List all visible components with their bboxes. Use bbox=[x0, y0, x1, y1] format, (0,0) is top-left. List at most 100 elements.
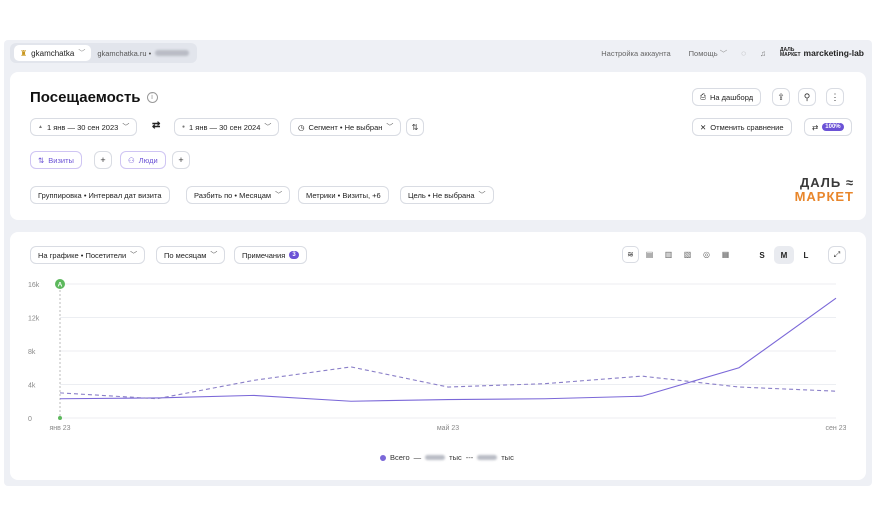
on-chart-select[interactable]: На графике • Посетители ﹀ bbox=[30, 246, 146, 264]
period2-marker: ● bbox=[182, 124, 186, 130]
y-tick-label: 4k bbox=[28, 383, 36, 390]
segment-select[interactable]: ◷ Сегмент • Не выбран ﹀ bbox=[290, 118, 402, 136]
export-icon[interactable]: ⇪ bbox=[772, 88, 790, 106]
chevron-down-icon: ﹀ bbox=[386, 124, 394, 131]
cancel-compare-button[interactable]: ✕ Отменить сравнение bbox=[692, 118, 792, 136]
add-button[interactable]: + bbox=[172, 151, 190, 169]
x-tick-label: сен 23 bbox=[826, 425, 847, 432]
chart-legend: Всего — тыс --- тыс bbox=[380, 453, 514, 462]
chart-type-group: ≋ ▤ ▥ ▧ ◎ ▦ bbox=[622, 246, 734, 263]
more-icon[interactable]: ⋮ bbox=[826, 88, 844, 106]
chevron-down-icon: ﹀ bbox=[130, 252, 138, 259]
line-chart-icon[interactable]: ≋ bbox=[622, 246, 639, 263]
dal-market-logo: ДАЛЬ ≈ МАРКЕТ bbox=[795, 176, 854, 204]
chart-panel: На графике • Посетители ﹀ По месяцам ﹀ П… bbox=[10, 232, 866, 480]
sampling-icon: ⇄ bbox=[812, 122, 819, 132]
chevron-down-icon: ﹀ bbox=[78, 50, 86, 57]
help-menu[interactable]: Помощь ﹀ bbox=[689, 48, 728, 59]
notes-button[interactable]: Примечания 3 bbox=[234, 246, 307, 264]
split-by-label: Разбить по • Месяцам bbox=[194, 190, 272, 200]
page-title-text: Посещаемость bbox=[30, 89, 141, 106]
x-tick-label: янв 23 bbox=[49, 425, 70, 432]
chevron-down-icon: ﹀ bbox=[719, 48, 728, 58]
legend-total-label: Всего bbox=[390, 453, 410, 462]
y-tick-label: 12k bbox=[28, 316, 40, 323]
y-tick-label: 0 bbox=[28, 416, 32, 423]
on-chart-label: На графике • Посетители bbox=[38, 250, 127, 260]
link-icon[interactable]: ⚲ bbox=[798, 88, 816, 106]
period1-select[interactable]: ▲ 1 янв — 30 сен 2023 ﹀ bbox=[30, 118, 138, 136]
brand-account[interactable]: ДАЛЬ МАРКЕТ marcketing-lab bbox=[780, 48, 864, 59]
chevron-down-icon: ﹀ bbox=[478, 192, 486, 199]
sampling-button[interactable]: ⇄ 100% bbox=[804, 118, 852, 136]
logo-line1-text: ДАЛЬ bbox=[799, 175, 842, 190]
legend-dashed-line: --- bbox=[465, 453, 474, 462]
info-icon[interactable]: i bbox=[146, 92, 158, 103]
account-settings-link[interactable]: Настройка аккаунта bbox=[601, 49, 670, 58]
redacted-value bbox=[425, 455, 446, 460]
brand-mini-line2: МАРКЕТ bbox=[779, 52, 801, 58]
goal-select[interactable]: Цель • Не выбрана ﹀ bbox=[400, 186, 494, 204]
size-m-button[interactable]: M bbox=[774, 246, 794, 264]
expand-icon[interactable]: ⤢ bbox=[828, 246, 846, 264]
stacked-chart-icon[interactable]: ▧ bbox=[679, 246, 696, 263]
cancel-compare-label: Отменить сравнение bbox=[710, 122, 784, 132]
segment-label: Сегмент • Не выбран bbox=[308, 122, 383, 132]
chart-size-group: S M L bbox=[752, 246, 816, 264]
series-line-previous-period bbox=[59, 366, 837, 400]
period2-select[interactable]: ● 1 янв — 30 сен 2024 ﹀ bbox=[174, 118, 280, 136]
pie-chart-icon[interactable]: ◎ bbox=[698, 246, 715, 263]
attribution-icon: ⇅ bbox=[38, 155, 45, 165]
metrics-label: Метрики • Визиты, +6 bbox=[306, 190, 381, 200]
counter-site-label: gkamchatka.ru • bbox=[97, 48, 152, 58]
annotation-label: A bbox=[58, 282, 63, 289]
help-label: Помощь bbox=[688, 48, 718, 58]
metrics-select[interactable]: Метрики • Визиты, +6 bbox=[298, 186, 389, 204]
attribution-icon[interactable]: ⇅ bbox=[406, 118, 424, 136]
chevron-down-icon: ﹀ bbox=[210, 252, 218, 259]
grouping-label: Группировка • Интервал дат визита bbox=[38, 190, 162, 200]
series-line-total bbox=[59, 297, 837, 402]
visits-chip[interactable]: ⇅ Визиты bbox=[30, 151, 82, 169]
period1-marker: ▲ bbox=[38, 124, 43, 130]
legend-unit-b: тыс bbox=[501, 453, 514, 462]
redacted-value bbox=[477, 455, 498, 460]
swap-periods-icon[interactable]: ⇄ bbox=[152, 120, 160, 131]
close-icon: ✕ bbox=[700, 122, 707, 132]
chevron-down-icon: ﹀ bbox=[264, 124, 272, 131]
top-bar: ♜ gkamchatka ﹀ gkamchatka.ru • Настройка… bbox=[4, 40, 872, 66]
redacted-counter-id bbox=[155, 50, 190, 56]
dashboard-icon: ⎙ bbox=[700, 92, 706, 101]
size-s-button[interactable]: S bbox=[752, 246, 772, 264]
counter-name: gkamchatka bbox=[31, 48, 75, 58]
notes-count-badge: 3 bbox=[289, 251, 299, 259]
bell-icon[interactable]: ♫ bbox=[760, 49, 766, 58]
report-settings-panel: Посещаемость i ⎙ На дашборд ⇪ ⚲ ⋮ ▲ 1 ян… bbox=[10, 72, 866, 220]
person-icon: ⚇ bbox=[128, 155, 135, 165]
counter-icon: ♜ bbox=[20, 48, 28, 58]
people-chip[interactable]: ⚇ Люди bbox=[120, 151, 166, 169]
grouping-select[interactable]: Группировка • Интервал дат визита bbox=[30, 186, 170, 204]
add-button[interactable]: + bbox=[94, 151, 112, 169]
page-title: Посещаемость i bbox=[30, 89, 158, 106]
to-dashboard-button[interactable]: ⎙ На дашборд bbox=[692, 88, 762, 106]
by-month-select[interactable]: По месяцам ﹀ bbox=[156, 246, 226, 264]
legend-solid-line: — bbox=[413, 453, 422, 462]
legend-dot bbox=[380, 454, 386, 461]
logo-line1: ДАЛЬ ≈ bbox=[799, 175, 854, 190]
size-l-button[interactable]: L bbox=[796, 246, 816, 264]
chat-icon[interactable]: ◌ bbox=[741, 49, 746, 58]
counter-dropdown[interactable]: ♜ gkamchatka ﹀ bbox=[14, 45, 92, 61]
counter-site: gkamchatka.ru • bbox=[97, 48, 190, 58]
brand-mini-logo: ДАЛЬ МАРКЕТ bbox=[780, 48, 801, 58]
area-chart-icon[interactable]: ▤ bbox=[641, 246, 658, 263]
counter-selector[interactable]: ♜ gkamchatka ﹀ gkamchatka.ru • bbox=[10, 43, 198, 63]
y-tick-label: 8k bbox=[28, 349, 36, 356]
legend-unit-a: тыс bbox=[449, 453, 462, 462]
split-by-select[interactable]: Разбить по • Месяцам ﹀ bbox=[186, 186, 291, 204]
sampling-badge: 100% bbox=[822, 123, 844, 131]
table-chart-icon[interactable]: ▦ bbox=[717, 246, 734, 263]
bar-chart-icon[interactable]: ▥ bbox=[660, 246, 677, 263]
goal-label: Цель • Не выбрана bbox=[408, 190, 475, 200]
annotation-dot bbox=[58, 416, 62, 420]
